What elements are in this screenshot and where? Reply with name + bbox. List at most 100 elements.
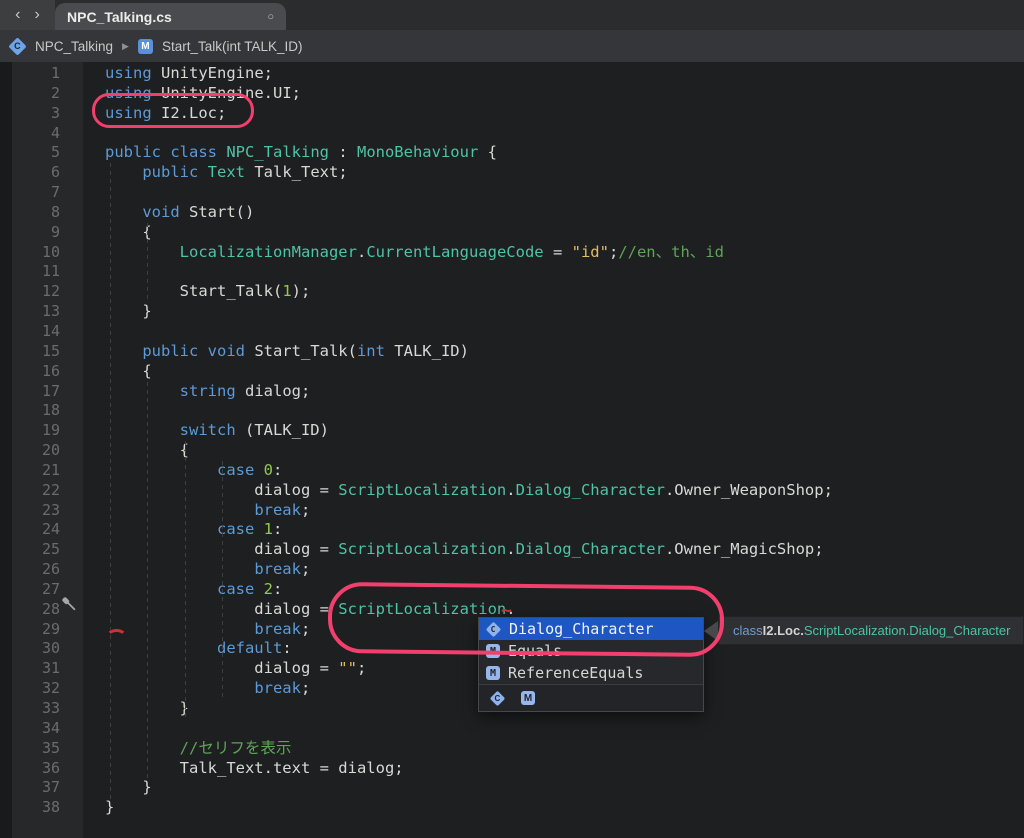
indent-guide	[147, 382, 148, 779]
code-line[interactable]: dialog = ScriptLocalization.Dialog_Chara…	[105, 481, 1024, 501]
tab-title: NPC_Talking.cs	[67, 9, 267, 25]
code-line[interactable]: {	[105, 441, 1024, 461]
line-number: 38	[12, 798, 60, 818]
line-number: 29	[12, 620, 60, 640]
code-lines: using UnityEngine;using UnityEngine.UI;u…	[83, 62, 1024, 838]
code-line[interactable]	[105, 262, 1024, 282]
completion-label: ReferenceEquals	[508, 664, 643, 682]
completion-detail-tooltip: class I2.Loc. ScriptLocalization.Dialog_…	[718, 616, 1024, 645]
annotation-circle-scriptlocalization	[328, 582, 725, 657]
line-number: 17	[12, 382, 60, 402]
line-number: 14	[12, 322, 60, 342]
code-line[interactable]: dialog = ScriptLocalization.Dialog_Chara…	[105, 540, 1024, 560]
line-number: 11	[12, 262, 60, 282]
code-line[interactable]: }	[105, 798, 1024, 818]
breadcrumb-method[interactable]: Start_Talk(int TALK_ID)	[162, 39, 303, 54]
method-icon[interactable]: M	[521, 691, 535, 705]
tab-bar: ‹ › NPC_Talking.cs ○	[0, 0, 1024, 30]
line-number: 5	[12, 143, 60, 163]
quick-fix-screwdriver-icon[interactable]	[59, 594, 81, 616]
method-icon: M	[138, 39, 153, 54]
breadcrumb-class[interactable]: NPC_Talking	[35, 39, 113, 54]
code-line[interactable]: //セリフを表示	[105, 739, 1024, 759]
tooltip-keyword: class	[733, 623, 763, 638]
indent-guide	[222, 461, 223, 699]
completion-item[interactable]: M ReferenceEquals	[479, 662, 703, 684]
code-line[interactable]: using UnityEngine;	[105, 64, 1024, 84]
line-number: 13	[12, 302, 60, 322]
editor: 1234567891011121314151617181920212223242…	[0, 62, 1024, 838]
code-line[interactable]: Start_Talk(1);	[105, 282, 1024, 302]
code-line[interactable]	[105, 183, 1024, 203]
indent-guide	[147, 223, 148, 303]
line-number: 36	[12, 759, 60, 779]
line-number: 20	[12, 441, 60, 461]
line-number: 15	[12, 342, 60, 362]
line-number: 10	[12, 243, 60, 263]
line-number: 18	[12, 401, 60, 421]
line-number: 27	[12, 580, 60, 600]
line-number: 4	[12, 124, 60, 144]
line-number: 33	[12, 699, 60, 719]
code-line[interactable]: case 0:	[105, 461, 1024, 481]
code-line[interactable]	[105, 719, 1024, 739]
line-number: 30	[12, 639, 60, 659]
class-icon: C	[8, 37, 26, 55]
error-marker	[106, 629, 127, 645]
code-line[interactable]: case 1:	[105, 520, 1024, 540]
tooltip-namespace: I2.Loc.	[763, 623, 804, 638]
line-number: 19	[12, 421, 60, 441]
code-line[interactable]: break;	[105, 501, 1024, 521]
code-line[interactable]: {	[105, 362, 1024, 382]
code-line[interactable]: {	[105, 223, 1024, 243]
forward-icon[interactable]: ›	[35, 7, 40, 23]
line-number: 6	[12, 163, 60, 183]
gutter[interactable]: 1234567891011121314151617181920212223242…	[12, 62, 83, 838]
line-number: 22	[12, 481, 60, 501]
completion-footer: CM	[479, 684, 703, 711]
line-number: 1	[12, 64, 60, 84]
back-icon[interactable]: ‹	[15, 7, 20, 23]
line-number: 25	[12, 540, 60, 560]
code-line[interactable]: string dialog;	[105, 382, 1024, 402]
line-number: 9	[12, 223, 60, 243]
line-number: 31	[12, 659, 60, 679]
code-line[interactable]: void Start()	[105, 203, 1024, 223]
tooltip-type: ScriptLocalization.Dialog_Character	[804, 623, 1011, 638]
line-number: 35	[12, 739, 60, 759]
breadcrumb: C NPC_Talking ▶ M Start_Talk(int TALK_ID…	[0, 30, 1024, 62]
code-line[interactable]: public Text Talk_Text;	[105, 163, 1024, 183]
method-icon: M	[486, 666, 500, 680]
line-number: 3	[12, 104, 60, 124]
line-number: 24	[12, 520, 60, 540]
modified-indicator-icon: ○	[267, 11, 274, 23]
line-number: 37	[12, 778, 60, 798]
chevron-right-icon: ▶	[122, 41, 129, 52]
code-line[interactable]	[105, 322, 1024, 342]
code-line[interactable]	[105, 401, 1024, 421]
code-line[interactable]: Talk_Text.text = dialog;	[105, 759, 1024, 779]
line-number: 32	[12, 679, 60, 699]
tab-npc-talking[interactable]: NPC_Talking.cs ○	[55, 3, 286, 30]
line-number: 16	[12, 362, 60, 382]
line-number: 28	[12, 600, 60, 620]
class-icon[interactable]: C	[490, 690, 506, 706]
annotation-circle-using	[92, 93, 254, 128]
line-number: 34	[12, 719, 60, 739]
line-number: 23	[12, 501, 60, 521]
line-number: 12	[12, 282, 60, 302]
code-line[interactable]: LocalizationManager.CurrentLanguageCode …	[105, 243, 1024, 263]
line-number: 26	[12, 560, 60, 580]
line-number: 7	[12, 183, 60, 203]
line-number: 2	[12, 84, 60, 104]
code-line[interactable]: }	[105, 778, 1024, 798]
line-number: 21	[12, 461, 60, 481]
history-nav: ‹ ›	[0, 0, 55, 30]
code-line[interactable]: }	[105, 302, 1024, 322]
code-line[interactable]: public void Start_Talk(int TALK_ID)	[105, 342, 1024, 362]
code-line[interactable]: break;	[105, 560, 1024, 580]
editor-left-rail	[0, 62, 12, 838]
code-line[interactable]: switch (TALK_ID)	[105, 421, 1024, 441]
indent-guide	[185, 441, 186, 719]
code-line[interactable]: public class NPC_Talking : MonoBehaviour…	[105, 143, 1024, 163]
